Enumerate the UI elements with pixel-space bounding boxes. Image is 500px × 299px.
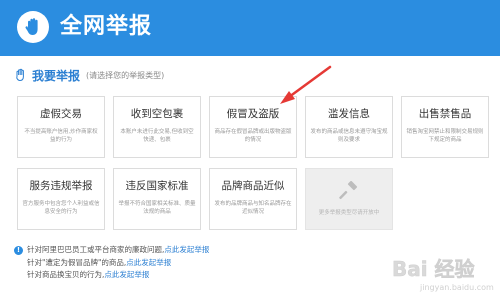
note-line: 针对"遭定为假冒品牌"的商品,点此发起举报 — [14, 257, 209, 270]
report-card-fake-transaction[interactable]: 虚假交易 不当提高账户信用,炒作商家权益的行为 — [17, 96, 105, 158]
page-title: 全网举报 — [60, 14, 153, 39]
baidu-watermark: Bai 经验 jingyan.baidu.com — [392, 252, 496, 294]
report-card-empty-package[interactable]: 收到空包裹 本账户未进行此交易,但收到空快递、包裹 — [113, 96, 201, 158]
report-card-national-standard[interactable]: 违反国家标准 举报不符合国家相关标准、质量法规的商品 — [113, 168, 201, 230]
card-title: 滥发信息 — [328, 108, 370, 120]
card-title: 收到空包裹 — [130, 108, 184, 120]
notes: ! 针对阿里巴巴员工或平台商家的廉政问题,点此发起举报 针对"遭定为假冒品牌"的商… — [14, 244, 209, 282]
report-card-counterfeit-piracy[interactable]: 假冒及盗版 商品存在假冒品牌或出版物盗版的情况 — [209, 96, 297, 158]
card-description: 官方服务中包含您个人利益或信息安全的行为 — [22, 201, 100, 215]
report-link[interactable]: 点此发起举报 — [164, 245, 209, 254]
note-text: 针对"遭定为假冒品牌"的商品, — [27, 257, 127, 267]
card-title: 虚假交易 — [40, 108, 82, 120]
card-description: 不当提高账户信用,炒作商家权益的行为 — [24, 129, 98, 143]
hand-shield-icon — [17, 11, 49, 43]
info-icon: ! — [14, 246, 23, 255]
card-description: 发布的品牌商品与知名品牌存在近似情况 — [214, 201, 292, 215]
report-card-more-coming: 更多举报类型尽请开放中 — [305, 168, 393, 230]
gavel-icon — [339, 180, 358, 200]
header-bar: 全网举报 — [0, 0, 500, 56]
page: 全网举报 我要举报 (请选择您的举报类型) 虚假交易 不当提高账户信用,炒作商家… — [0, 0, 500, 299]
report-card-prohibited-items[interactable]: 出售禁售品 销售淘宝网禁止和限制交易规则下规定的商品 — [401, 96, 489, 158]
note-line: 针对商品换宝贝的行为,点此发起举报 — [14, 269, 209, 282]
section-heading: 我要举报 (请选择您的举报类型) — [14, 66, 164, 84]
card-description: 销售淘宝网禁止和限制交易规则下规定的商品 — [406, 129, 484, 143]
report-card-spam-info[interactable]: 滥发信息 发布的商品或信息未遵守淘宝规则及要求 — [305, 96, 393, 158]
card-title: 服务违规举报 — [29, 180, 93, 192]
report-link[interactable]: 点此发起举报 — [104, 270, 149, 279]
card-title: 出售禁售品 — [418, 108, 472, 120]
report-link[interactable]: 点此发起举报 — [126, 258, 171, 267]
card-title: 假冒及盗版 — [226, 108, 280, 120]
card-title: 品牌商品近似 — [221, 180, 285, 192]
hand-icon — [16, 68, 24, 82]
card-title: 违反国家标准 — [125, 180, 189, 192]
section-subtitle: (请选择您的举报类型) — [86, 70, 165, 80]
card-description: 商品存在假冒品牌或出版物盗版的情况 — [214, 129, 292, 143]
note-text: 针对商品换宝贝的行为, — [27, 270, 105, 279]
card-description: 更多举报类型尽请开放中 — [318, 210, 380, 216]
watermark-text: Bai 经验 — [392, 257, 475, 281]
card-description: 发布的商品或信息未遵守淘宝规则及要求 — [310, 129, 388, 143]
note-text: 针对阿里巴巴员工或平台商家的廉政问题, — [27, 245, 165, 254]
note-line: ! 针对阿里巴巴员工或平台商家的廉政问题,点此发起举报 — [14, 244, 209, 257]
report-card-service-violation[interactable]: 服务违规举报 官方服务中包含您个人利益或信息安全的行为 — [17, 168, 105, 230]
report-card-brand-similar[interactable]: 品牌商品近似 发布的品牌商品与知名品牌存在近似情况 — [209, 168, 297, 230]
card-description: 举报不符合国家相关标准、质量法规的商品 — [118, 201, 196, 215]
watermark-url: jingyan.baidu.com — [419, 283, 494, 292]
section-title: 我要举报 — [32, 68, 81, 83]
card-description: 本账户未进行此交易,但收到空快递、包裹 — [120, 129, 194, 143]
